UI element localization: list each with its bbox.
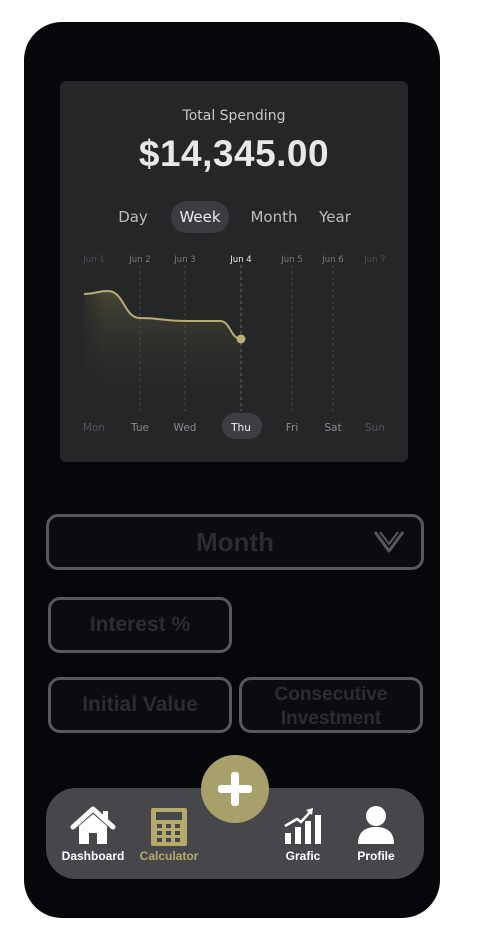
initial-value-field[interactable]: Initial Value: [48, 677, 232, 733]
add-button[interactable]: [201, 755, 269, 823]
weekday-label[interactable]: Thu: [230, 422, 251, 434]
nav-dashboard[interactable]: Dashboard: [54, 788, 132, 879]
nav-dashboard-label: Dashboard: [61, 849, 125, 863]
nav-grafic[interactable]: Grafic: [268, 788, 338, 879]
nav-calculator-label: Calculator: [139, 849, 199, 863]
consecutive-investment-field[interactable]: Consecutive Investment: [239, 677, 423, 733]
x-date-label: Jun 1: [82, 255, 104, 265]
x-date-label: Jun 4: [229, 255, 251, 265]
growth-chart-icon: [284, 808, 321, 844]
plus-icon: [218, 772, 252, 806]
weekday-label: Fri: [286, 422, 299, 434]
user-icon: [358, 806, 394, 844]
period-select[interactable]: Month: [46, 514, 424, 570]
weekday-label: Wed: [174, 422, 197, 434]
x-date-label: Jun 2: [128, 255, 150, 265]
spending-card: Total Spending $14,345.00 Day Week Month…: [60, 81, 408, 462]
x-date-label: Jun 7: [363, 255, 385, 265]
nav-profile-label: Profile: [357, 849, 395, 863]
period-select-value: Month: [196, 527, 274, 557]
weekday-label: Sat: [324, 422, 341, 434]
interest-field[interactable]: Interest %: [48, 597, 232, 653]
consecutive-label-line1: Consecutive: [274, 684, 388, 705]
spending-line-chart: Jun 1 Jun 2 Jun 3 Jun 4 Jun 5 Jun 6 Jun 7 Mon T…: [80, 255, 386, 434]
chart-current-point: [236, 334, 246, 344]
x-date-label: Jun 5: [280, 255, 302, 265]
weekday-label: Mon: [83, 422, 105, 434]
x-date-label: Jun 3: [173, 255, 195, 265]
weekday-label: Sun: [365, 422, 385, 434]
nav-calculator[interactable]: Calculator: [132, 788, 206, 879]
calculator-icon: [151, 808, 187, 846]
consecutive-label-line2: Investment: [280, 708, 382, 729]
weekday-label: Tue: [130, 422, 149, 434]
home-icon: [70, 806, 116, 844]
nav-profile[interactable]: Profile: [342, 788, 410, 879]
nav-grafic-label: Grafic: [285, 849, 321, 863]
chevron-down-icon: [373, 531, 405, 553]
x-date-label: Jun 6: [321, 255, 343, 265]
